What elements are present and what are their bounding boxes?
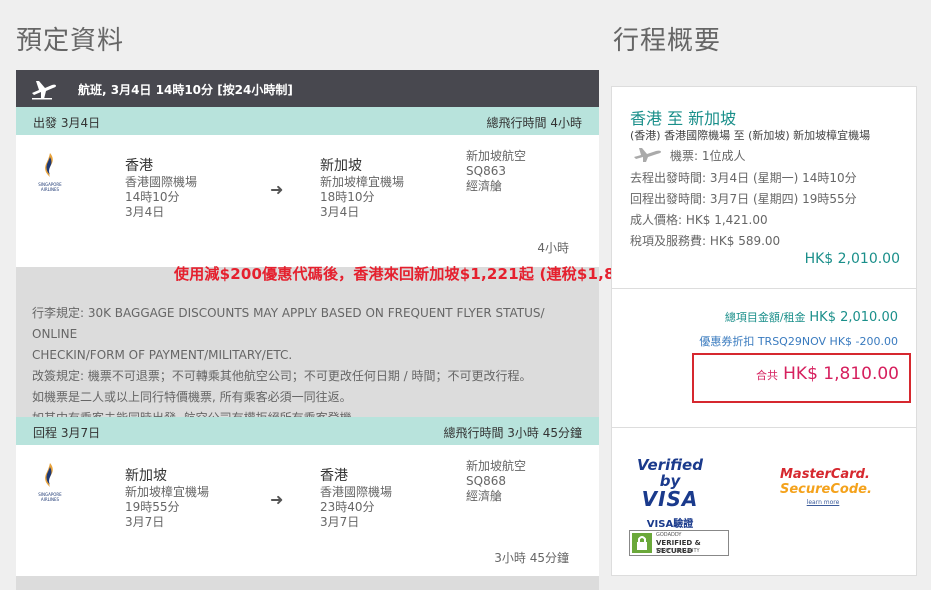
origin-city: 香港 [125, 158, 153, 174]
verified-by-visa-badge: Verified by VISA VISA驗證 [628, 457, 712, 530]
coupon-discount: 優惠券折扣 TRSQ29NOV HK$ -200.00 [699, 335, 898, 348]
destination-date: 3月7日 [320, 515, 360, 529]
inbound-duration: 3小時 45分鐘 [494, 551, 569, 565]
origin-airport: 新加坡樟宜機場 [125, 485, 210, 499]
cabin-class: 經濟艙 [466, 179, 503, 193]
flight-header: 航班, 3月4日 14時10分 [按24小時制] [16, 70, 599, 107]
destination-date: 3月4日 [320, 205, 360, 219]
outbound-bar: 出發 3月4日 總飛行時間 4小時 [16, 107, 599, 135]
outbound-total-duration: 總飛行時間 4小時 [486, 116, 582, 130]
grand-total-value: HK$ 1,810.00 [783, 364, 899, 384]
singapore-airlines-logo: SINGAPORE AIRLINES [33, 151, 67, 192]
destination-time: 23時40分 [320, 500, 375, 514]
outbound-segment: SINGAPORE AIRLINES 香港 香港國際機場 14時10分 3月4日… [16, 135, 599, 267]
outbound-duration: 4小時 [537, 241, 569, 255]
plane-icon [634, 148, 661, 162]
outbound-flight-info: 新加坡航空 SQ863 經濟艙 [466, 149, 526, 194]
divider [612, 427, 916, 428]
destination-city: 香港 [320, 468, 348, 484]
route-airports: (香港) 香港國際機場 至 (新加坡) 新加坡樟宜機場 [630, 129, 871, 142]
return-departure: 回程出發時間: 3月7日 (星期四) 19時55分 [630, 192, 857, 206]
flight-number: SQ863 [466, 164, 506, 178]
outbound-date: 出發 3月4日 [33, 116, 101, 130]
mc-badge-line1: MasterCard. [780, 467, 870, 482]
grand-total-box: 合共 HK$ 1,810.00 [692, 353, 911, 403]
change-rule: 改簽規定: 機票不可退票；不可轉乘其他航空公司；不可更改任何日期 / 時間；不可… [32, 369, 532, 383]
lock-icon [632, 533, 652, 553]
arrow-right-icon: ➜ [270, 490, 284, 509]
visa-badge-line1: Verified by [637, 456, 703, 490]
booking-heading: 預定資料 [16, 26, 125, 56]
origin-time: 19時55分 [125, 500, 180, 514]
origin-airport: 香港國際機場 [125, 175, 198, 189]
next-block [16, 576, 599, 590]
outbound-departure: 去程出發時間: 3月4日 (星期一) 14時10分 [630, 171, 857, 185]
singapore-airlines-bird-icon [45, 153, 53, 177]
arrow-right-icon: ➜ [270, 180, 284, 199]
origin-city: 新加坡 [125, 468, 167, 484]
inbound-total-duration: 總飛行時間 3小時 45分鐘 [443, 426, 582, 440]
total-fare-row: 總項目金額/租金 HK$ 2,010.00 [725, 309, 898, 325]
baggage-rule-line1: 行李規定: 30K BAGGAGE DISCOUNTS MAY APPLY BA… [32, 306, 545, 341]
inbound-origin: 新加坡 新加坡樟宜機場 19時55分 3月7日 [125, 467, 209, 530]
outbound-destination: 新加坡 新加坡樟宜機場 18時10分 3月4日 [320, 157, 404, 220]
group-rule: 如機票是二人或以上同行特價機票, 所有乘客必須一同往返。 [32, 390, 352, 404]
origin-date: 3月7日 [125, 515, 165, 529]
godaddy-verified-badge[interactable]: GODADDY VERIFIED & SECURED VERIFY SECURI… [629, 530, 729, 556]
godaddy-bottom: VERIFY SECURITY [656, 548, 700, 554]
inbound-segment: SINGAPORE AIRLINES 新加坡 新加坡樟宜機場 19時55分 3月… [16, 445, 599, 576]
ticket-count: 機票: 1位成人 [670, 149, 746, 163]
visa-badge-sub: VISA驗證 [646, 519, 694, 530]
inbound-destination: 香港 香港國際機場 23時40分 3月7日 [320, 467, 392, 530]
tax-fees: 稅項及服務費: HK$ 589.00 [630, 234, 781, 248]
mastercard-securecode-badge: MasterCard. SecureCode. learn more [780, 467, 872, 506]
singapore-airlines-logo: SINGAPORE AIRLINES [33, 461, 67, 502]
cabin-class: 經濟艙 [466, 489, 503, 503]
booking-details-panel: 航班, 3月4日 14時10分 [按24小時制] 出發 3月4日 總飛行時間 4… [16, 70, 599, 590]
subtotal-price: HK$ 2,010.00 [804, 251, 900, 267]
mc-learn-more-link[interactable]: learn more [780, 499, 866, 506]
singapore-airlines-bird-icon [45, 463, 53, 487]
divider [612, 288, 916, 289]
airline-logo-text: SINGAPORE AIRLINES [38, 182, 62, 192]
grand-total-label: 合共 [756, 369, 779, 382]
destination-time: 18時10分 [320, 190, 375, 204]
origin-time: 14時10分 [125, 190, 180, 204]
godaddy-top: GODADDY [656, 532, 682, 538]
mc-badge-line2: SecureCode. [780, 482, 872, 497]
trip-summary-panel: 香港 至 新加坡 (香港) 香港國際機場 至 (新加坡) 新加坡樟宜機場 機票:… [611, 86, 917, 576]
flight-number: SQ868 [466, 474, 506, 488]
origin-date: 3月4日 [125, 205, 165, 219]
fare-rules: 行李規定: 30K BAGGAGE DISCOUNTS MAY APPLY BA… [16, 267, 599, 425]
flight-header-text: 航班, 3月4日 14時10分 [按24小時制] [78, 83, 293, 97]
adult-price: 成人價格: HK$ 1,421.00 [630, 213, 768, 227]
airline-logo-text: SINGAPORE AIRLINES [38, 492, 62, 502]
airline-name: 新加坡航空 [466, 459, 527, 473]
baggage-rule-line2: CHECKIN/FORM OF PAYMENT/MILITARY/ETC. [32, 348, 293, 362]
plane-icon [32, 81, 56, 100]
airline-name: 新加坡航空 [466, 149, 527, 163]
destination-airport: 香港國際機場 [320, 485, 393, 499]
inbound-bar: 回程 3月7日 總飛行時間 3小時 45分鐘 [16, 417, 599, 445]
summary-heading: 行程概要 [613, 26, 722, 56]
destination-airport: 新加坡樟宜機場 [320, 175, 405, 189]
visa-badge-line2: VISA [641, 487, 699, 511]
total-fare-value: HK$ 2,010.00 [809, 310, 898, 325]
route-title: 香港 至 新加坡 [630, 109, 737, 128]
inbound-date: 回程 3月7日 [33, 426, 101, 440]
inbound-flight-info: 新加坡航空 SQ868 經濟艙 [466, 459, 526, 504]
promo-banner: 使用減$200優惠代碼後，香港來回新加坡$1,221起 (連稅$1,810起) … [174, 265, 671, 283]
outbound-origin: 香港 香港國際機場 14時10分 3月4日 [125, 157, 197, 220]
total-fare-label: 總項目金額/租金 [724, 311, 806, 324]
destination-city: 新加坡 [320, 158, 362, 174]
